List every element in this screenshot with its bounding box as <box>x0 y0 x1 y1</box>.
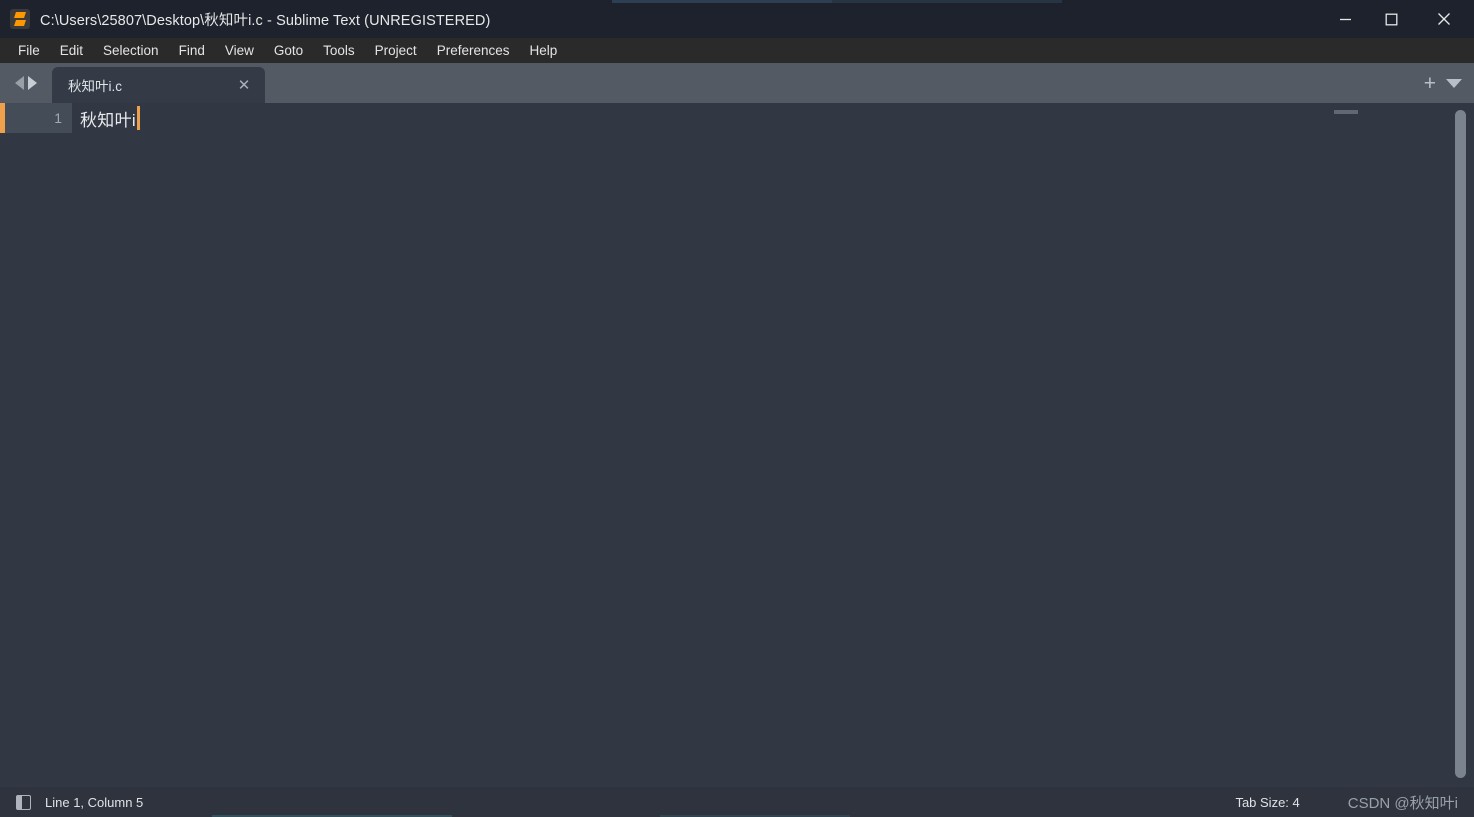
chevron-down-icon[interactable] <box>1446 78 1462 88</box>
status-bar-right: Tab Size: 4 CSDN @秋知叶i <box>1235 792 1474 813</box>
maximize-icon[interactable] <box>1368 0 1414 38</box>
menu-item-edit[interactable]: Edit <box>50 38 93 63</box>
editor-area[interactable]: 1 秋知叶i <box>0 103 1474 787</box>
text-caret <box>136 106 140 130</box>
code-content[interactable]: 秋知叶i <box>72 103 1474 787</box>
chevron-right-icon[interactable] <box>28 76 37 90</box>
sidebar-toggle-icon[interactable] <box>16 794 31 810</box>
window-top-edge-artifact <box>0 0 1474 3</box>
title-bar: C:\Users\25807\Desktop\秋知叶i.c - Sublime … <box>0 0 1474 38</box>
cursor-position-status[interactable]: Line 1, Column 5 <box>45 795 143 810</box>
tab-list: 秋知叶i.c ✕ <box>52 63 265 103</box>
close-icon[interactable] <box>1414 0 1474 38</box>
menu-item-goto[interactable]: Goto <box>264 38 313 63</box>
line-number-gutter: 1 <box>0 103 72 787</box>
menu-item-help[interactable]: Help <box>520 38 568 63</box>
tab-size-status[interactable]: Tab Size: 4 <box>1235 795 1299 810</box>
tab-bar-controls: + <box>1424 63 1474 103</box>
code-line-text: 秋知叶i <box>80 110 136 130</box>
minimize-icon[interactable] <box>1322 0 1368 38</box>
menu-item-project[interactable]: Project <box>365 38 427 63</box>
tab-label: 秋知叶i.c <box>68 79 122 94</box>
menu-item-selection[interactable]: Selection <box>93 38 169 63</box>
sublime-text-window: C:\Users\25807\Desktop\秋知叶i.c - Sublime … <box>0 0 1474 817</box>
menu-item-find[interactable]: Find <box>169 38 215 63</box>
status-bar: Line 1, Column 5 Tab Size: 4 CSDN @秋知叶i <box>0 787 1474 817</box>
sublime-text-logo-icon <box>10 9 30 29</box>
new-tab-button[interactable]: + <box>1424 73 1436 94</box>
window-title: C:\Users\25807\Desktop\秋知叶i.c - Sublime … <box>40 12 491 29</box>
menu-item-preferences[interactable]: Preferences <box>427 38 520 63</box>
csdn-watermark: CSDN @秋知叶i <box>1347 794 1458 812</box>
vertical-scrollbar[interactable] <box>1455 110 1466 778</box>
code-line-1: 秋知叶i <box>80 103 140 133</box>
tab-close-icon[interactable]: ✕ <box>235 76 253 94</box>
tab-bar: 秋知叶i.c ✕ + <box>0 63 1474 103</box>
line-number: 1 <box>54 110 62 126</box>
tab-nav-arrows <box>0 63 52 103</box>
tab-active-file[interactable]: 秋知叶i.c ✕ <box>52 67 265 103</box>
menu-item-view[interactable]: View <box>215 38 264 63</box>
minimap-marker <box>1334 110 1358 114</box>
menu-bar: File Edit Selection Find View Goto Tools… <box>0 38 1474 63</box>
window-controls <box>1322 0 1474 38</box>
menu-item-file[interactable]: File <box>8 38 50 63</box>
chevron-left-icon[interactable] <box>15 76 24 90</box>
menu-item-tools[interactable]: Tools <box>313 38 365 63</box>
